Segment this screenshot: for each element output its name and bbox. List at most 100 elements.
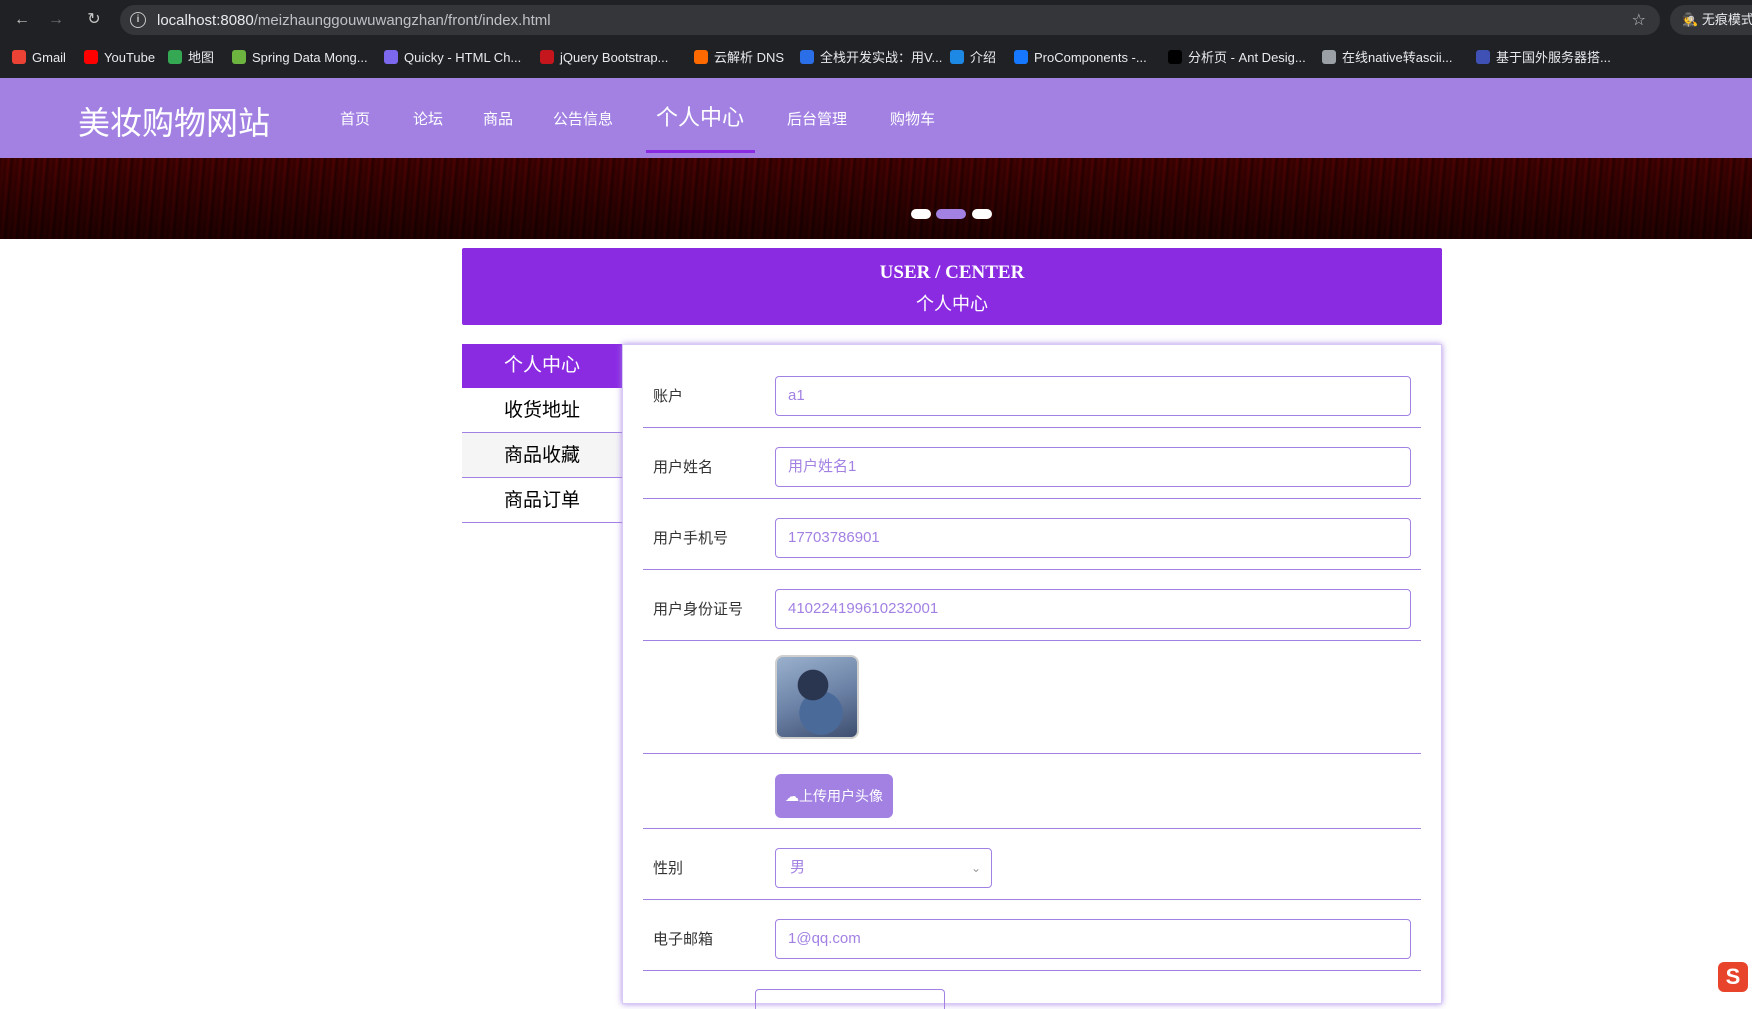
user-avatar [775,655,859,739]
address-row: ← → ↻ i localhost:8080/meizhaunggouwuwan… [0,0,1752,40]
side-menu: 个人中心 收货地址 商品收藏 商品订单 [462,344,622,523]
bookmark-item[interactable]: 介绍 [950,48,996,68]
bookmarks-bar: Gmail YouTube 地图 Spring Data Mong... Quicky … [0,44,1752,72]
bookmark-star-icon[interactable]: ☆ [1632,10,1646,30]
next-field-partial[interactable] [755,989,945,1009]
bookmark-label: 分析页 - Ant Desig... [1188,50,1306,65]
bookmark-item[interactable]: YouTube [84,48,155,68]
bookmark-favicon-icon [800,50,814,64]
form-row-name: 用户姓名 用户姓名1 [643,428,1421,499]
bookmark-favicon-icon [540,50,554,64]
form-row-account: 账户 a1 [643,345,1421,428]
form-row-email: 电子邮箱 1@qq.com [643,900,1421,971]
bookmark-favicon-icon [1476,50,1490,64]
bookmark-item[interactable]: Quicky - HTML Ch... [384,48,521,68]
bookmark-favicon-icon [694,50,708,64]
profile-form: 账户 a1 用户姓名 用户姓名1 用户手机号 17703786901 用户身份证… [622,344,1442,1009]
cloud-upload-icon: ☁ [785,788,799,804]
gender-select[interactable]: 男 ⌄ [775,848,992,888]
bookmark-label: Gmail [32,50,66,65]
nav-announcements[interactable]: 公告信息 [553,108,613,129]
bookmark-favicon-icon [232,50,246,64]
bookmark-favicon-icon [1322,50,1336,64]
email-input[interactable]: 1@qq.com [775,919,1411,959]
bookmark-item[interactable]: jQuery Bootstrap... [540,48,668,68]
account-label: 账户 [653,388,684,405]
bookmark-label: 云解析 DNS [714,50,785,65]
carousel-dot-active[interactable] [936,209,966,219]
bookmark-item[interactable]: 云解析 DNS [694,48,784,68]
name-input[interactable]: 用户姓名1 [775,447,1411,487]
bookmark-item[interactable]: 地图 [168,48,214,68]
form-row-idcard: 用户身份证号 410224199610232001 [643,570,1421,641]
menu-orders[interactable]: 商品订单 [462,478,622,523]
bookmark-item[interactable]: 基于国外服务器搭... [1476,48,1611,68]
site-logo[interactable]: 美妆购物网站 [78,98,270,144]
bookmark-label: 地图 [188,50,215,65]
browser-chrome: ← → ↻ i localhost:8080/meizhaunggouwuwan… [0,0,1752,78]
carousel-dot[interactable] [972,209,992,219]
bookmark-favicon-icon [1014,50,1028,64]
form-row-upload: ☁上传用户头像 [643,754,1421,829]
account-input[interactable]: a1 [775,376,1411,416]
upload-avatar-button[interactable]: ☁上传用户头像 [775,774,893,818]
nav-forum[interactable]: 论坛 [413,108,443,129]
ime-s-icon[interactable]: S [1718,962,1748,992]
email-label: 电子邮箱 [653,931,714,948]
bookmark-favicon-icon [1168,50,1182,64]
bookmark-label: 基于国外服务器搭... [1496,50,1611,65]
bookmark-item[interactable]: Spring Data Mong... [232,48,368,68]
bookmark-favicon-icon [384,50,398,64]
idcard-label: 用户身份证号 [653,601,744,618]
menu-user-center[interactable]: 个人中心 [462,344,622,388]
phone-input[interactable]: 17703786901 [775,518,1411,558]
bookmark-item[interactable]: 在线native转ascii... [1322,48,1453,68]
bookmark-label: 全栈开发实战：用V... [820,50,943,65]
bookmark-label: 介绍 [970,50,997,65]
bookmark-label: ProComponents -... [1034,50,1147,65]
menu-shipping-address[interactable]: 收货地址 [462,388,622,433]
carousel-dot[interactable] [911,209,931,219]
name-label: 用户姓名 [653,459,714,476]
menu-favorites[interactable]: 商品收藏 [462,433,622,478]
user-center-header: USER / CENTER 个人中心 [462,248,1442,325]
bookmark-label: Spring Data Mong... [252,50,368,65]
idcard-input[interactable]: 410224199610232001 [775,589,1411,629]
bookmark-favicon-icon [168,50,182,64]
incognito-indicator[interactable]: 🕵 无痕模式 [1670,5,1752,35]
bookmark-favicon-icon [84,50,98,64]
bookmark-label: 在线native转ascii... [1342,50,1453,65]
form-row-avatar [643,641,1421,754]
user-center-title-cn: 个人中心 [916,294,988,314]
form-row-gender: 性别 男 ⌄ [643,829,1421,900]
chevron-down-icon: ⌄ [970,861,981,875]
incognito-icon: 🕵 [1682,12,1702,27]
nav-cart[interactable]: 购物车 [890,108,935,129]
user-center-title-en: USER / CENTER [879,262,1025,283]
nav-products[interactable]: 商品 [483,108,513,129]
bookmark-item[interactable]: ProComponents -... [1014,48,1147,68]
back-icon[interactable]: ← [12,10,32,30]
banner-carousel [0,158,1752,239]
site-header: 美妆购物网站 首页 论坛 商品 公告信息 个人中心 后台管理 购物车 [0,78,1752,158]
bookmark-label: jQuery Bootstrap... [560,50,669,65]
bookmark-label: Quicky - HTML Ch... [404,50,522,65]
bookmark-favicon-icon [950,50,964,64]
bookmark-item[interactable]: 分析页 - Ant Desig... [1168,48,1306,68]
nav-home[interactable]: 首页 [340,108,370,129]
address-bar[interactable]: i localhost:8080/meizhaunggouwuwangzhan/… [120,5,1660,35]
url-text[interactable]: localhost:8080/meizhaunggouwuwangzhan/fr… [157,12,551,29]
bookmark-item[interactable]: Gmail [12,48,66,68]
bookmark-label: YouTube [104,50,156,65]
nav-admin[interactable]: 后台管理 [787,108,847,129]
phone-label: 用户手机号 [653,530,729,547]
gender-label: 性别 [653,860,684,877]
form-row-phone: 用户手机号 17703786901 [643,499,1421,570]
bookmark-favicon-icon [12,50,26,64]
nav-user-center[interactable]: 个人中心 [656,100,744,132]
bookmark-item[interactable]: 全栈开发实战：用V... [800,48,942,68]
reload-icon[interactable]: ↻ [84,10,104,30]
nav-active-indicator [646,150,755,153]
forward-icon[interactable]: → [46,10,66,30]
site-info-icon[interactable]: i [130,12,146,28]
